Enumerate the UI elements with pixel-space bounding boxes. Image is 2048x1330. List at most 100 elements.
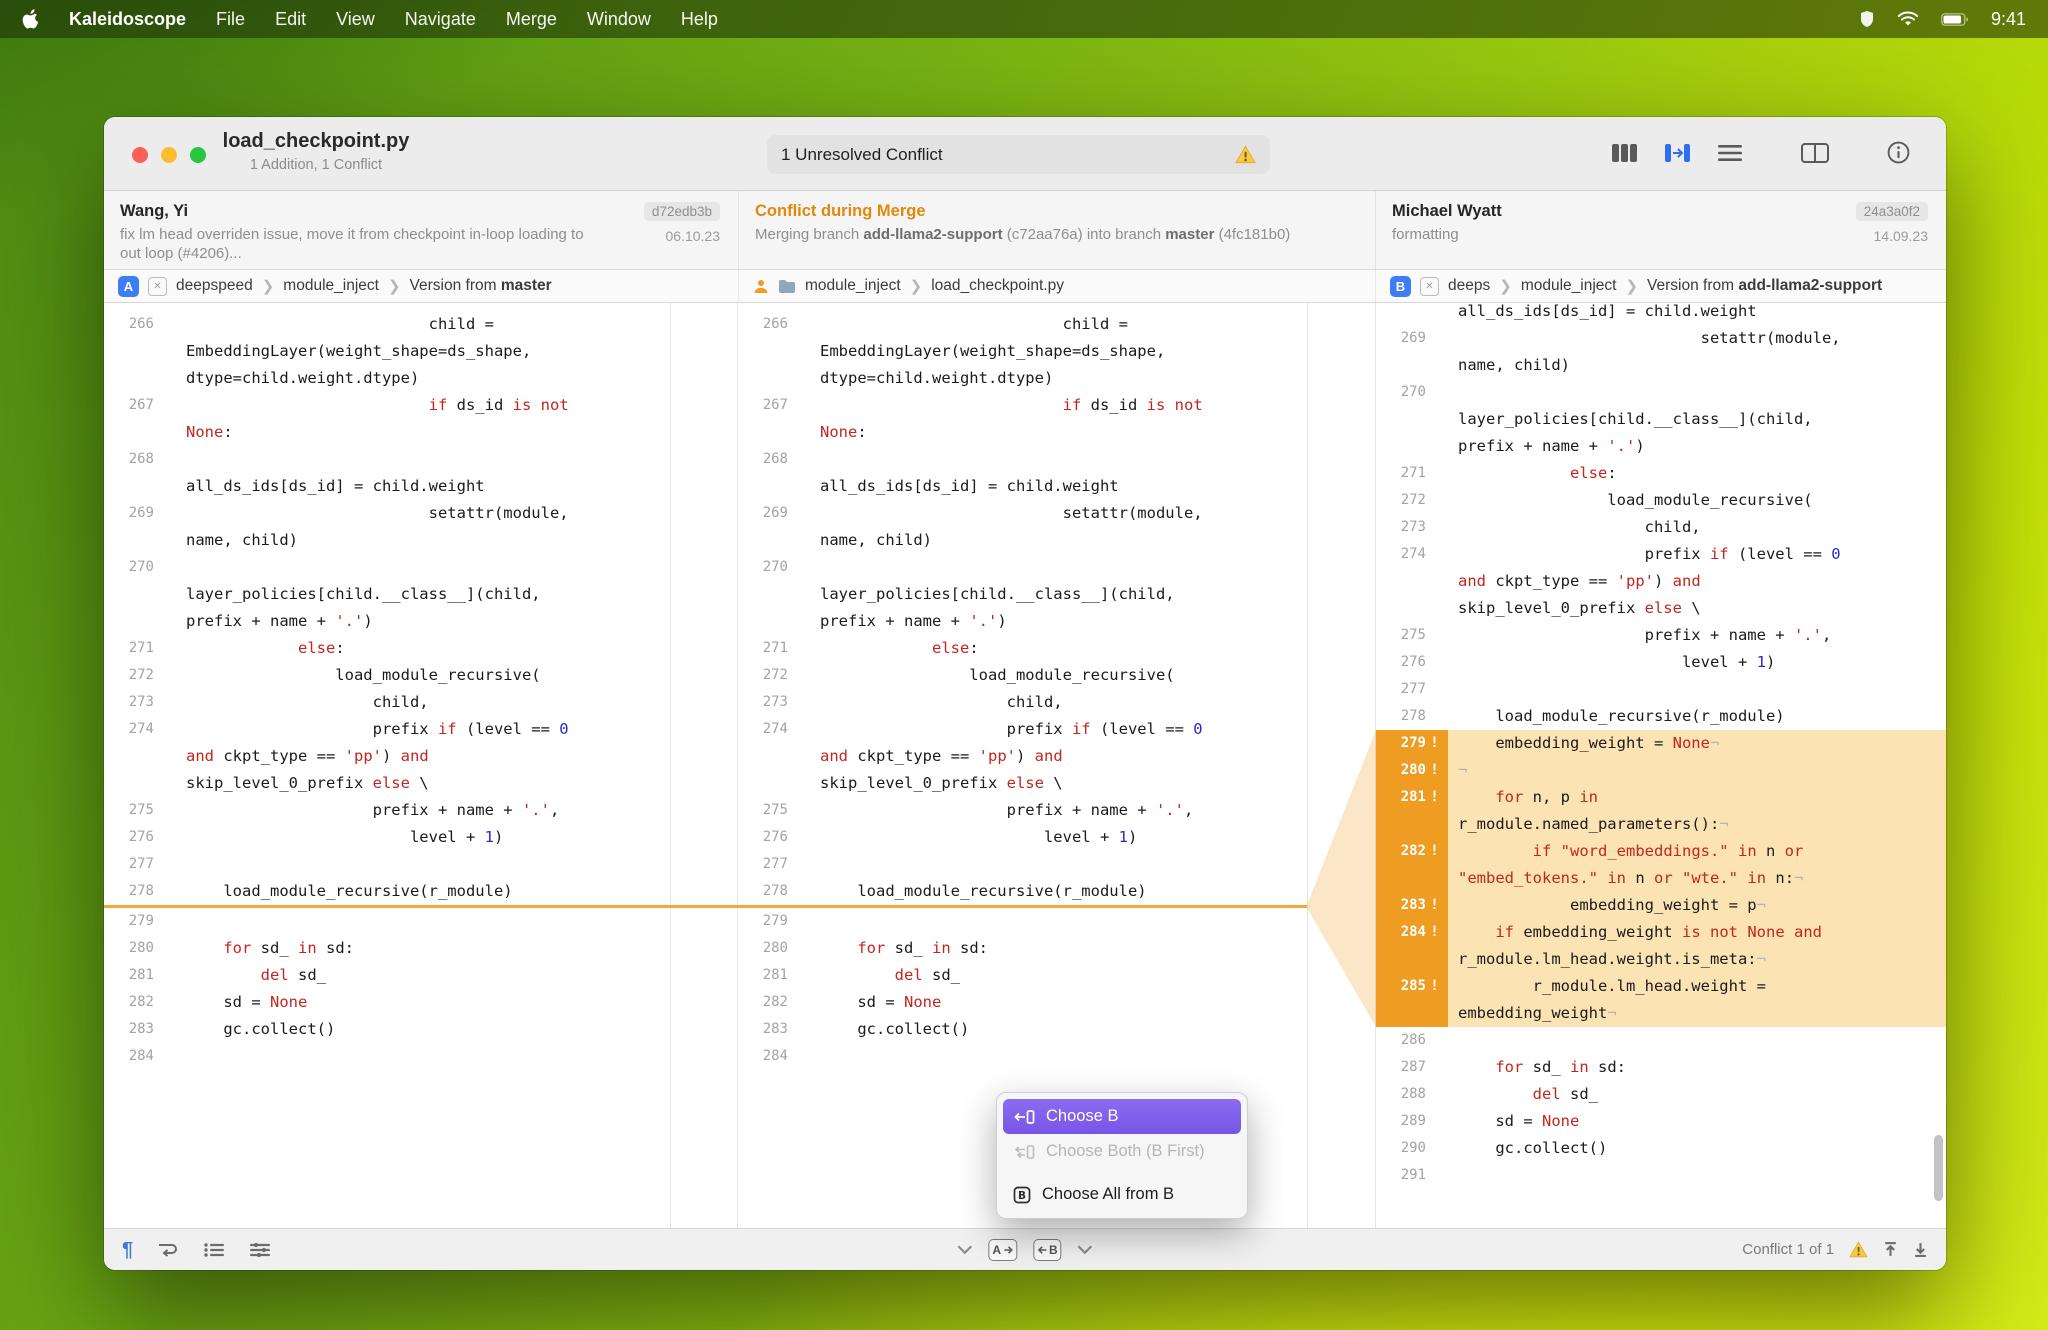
line-number-gutter: 280	[128, 940, 154, 956]
commit-message-b: formatting	[1392, 226, 1459, 243]
app-menu-kaleidoscope[interactable]: Kaleidoscope	[69, 9, 186, 30]
code-line-conflict: 284! if embedding_weight is not None and…	[1376, 919, 1946, 973]
line-number-gutter: 274	[762, 721, 788, 737]
show-invisibles-icon[interactable]: ¶	[122, 1240, 133, 1260]
code-line: 274 prefix if (level == 0 and ckpt_type =…	[104, 716, 670, 797]
line-number-gutter: 272	[1400, 492, 1426, 508]
line-number-gutter: 276	[128, 829, 154, 845]
commit-hash-a[interactable]: d72edb3b	[643, 202, 720, 221]
breadcrumb-segment[interactable]: module_inject	[805, 277, 901, 295]
info-button[interactable]	[1887, 141, 1910, 164]
line-number-gutter: 275	[762, 802, 788, 818]
breadcrumb-version[interactable]: Version from master	[410, 277, 552, 295]
traffic-lights	[132, 147, 206, 163]
code-line: 272 load_module_recursive(	[1376, 487, 1946, 514]
close-file-a-icon[interactable]: ✕	[148, 276, 167, 296]
vertical-scrollbar-thumb[interactable]	[1934, 1135, 1943, 1201]
commit-hash-b[interactable]: 24a3a0f2	[1855, 202, 1928, 221]
unresolved-conflict-label: 1 Unresolved Conflict	[781, 144, 943, 164]
chevron-down-icon[interactable]	[957, 1245, 973, 1254]
unified-view-button[interactable]	[1717, 143, 1743, 163]
branch-b-label: add-llama2-support	[1738, 277, 1883, 294]
breadcrumb-segment[interactable]: module_inject	[283, 277, 379, 295]
code-line: 268 all_ds_ids[ds_id] = child.weight	[104, 446, 670, 500]
line-number-gutter: 279!	[1376, 730, 1448, 757]
folder-icon	[778, 279, 796, 293]
line-number-gutter: 277	[1400, 681, 1426, 697]
fluid-view-button[interactable]	[1801, 142, 1829, 163]
close-window-button[interactable]	[132, 147, 148, 163]
code-line: 291	[1376, 1162, 1946, 1189]
columns-view-button[interactable]	[1611, 143, 1638, 163]
line-number-gutter: 267	[762, 397, 788, 413]
breadcrumb-segment[interactable]: deeps	[1448, 277, 1490, 295]
window-titlebar: load_checkpoint.py 1 Addition, 1 Conflic…	[104, 117, 1946, 191]
next-conflict-button[interactable]	[1913, 1241, 1928, 1258]
line-number-gutter: 266	[762, 316, 788, 332]
menu-navigate[interactable]: Navigate	[405, 9, 476, 30]
code-line: 275 prefix + name + '.',	[738, 797, 1307, 824]
line-number-gutter: 274	[1400, 546, 1426, 562]
code-line: 275 prefix + name + '.',	[104, 797, 670, 824]
code-line: 277	[738, 851, 1307, 878]
merge-description: Merging branch add-llama2-support (c72aa…	[755, 225, 1330, 244]
display-options-icon[interactable]	[249, 1242, 271, 1258]
breadcrumb-b: B ✕ deeps ❯ module_inject ❯ Version from…	[1375, 270, 1946, 302]
code-line: 290 gc.collect()	[1376, 1135, 1946, 1162]
apple-menu-icon[interactable]	[22, 9, 39, 29]
merge-desc-text: Merging branch	[755, 226, 864, 243]
breadcrumb-segment[interactable]: deepspeed	[176, 277, 253, 295]
code-line: 273 child,	[738, 689, 1307, 716]
chevron-right-icon: ❯	[1625, 278, 1639, 295]
menu-view[interactable]: View	[336, 9, 375, 30]
list-icon[interactable]	[203, 1242, 225, 1258]
pane-output-merged[interactable]: 266 child = EmbeddingLayer(weight_shape=d…	[738, 303, 1307, 1228]
line-number-gutter: 282	[128, 994, 154, 1010]
menu-item-choose-b[interactable]: Choose B	[1003, 1099, 1241, 1134]
code-line: 266 child = EmbeddingLayer(weight_shape=d…	[738, 311, 1307, 392]
wifi-icon[interactable]	[1897, 11, 1919, 28]
code-line: 282 sd = None	[738, 989, 1307, 1016]
menu-edit[interactable]: Edit	[275, 9, 306, 30]
code-line: 276 level + 1)	[1376, 649, 1946, 676]
code-line: 288 del sd_	[1376, 1081, 1946, 1108]
menu-item-choose-all-from-b[interactable]: B Choose All from B	[1003, 1177, 1241, 1212]
battery-icon[interactable]	[1941, 12, 1969, 26]
line-number-gutter: 279	[128, 913, 154, 929]
display-options-group: ¶	[122, 1240, 271, 1260]
breadcrumb-segment[interactable]: module_inject	[1521, 277, 1617, 295]
line-number-gutter: 273	[128, 694, 154, 710]
pane-b-add-llama2-support[interactable]: all_ds_ids[ds_id] = child.weight 269 seta…	[1376, 303, 1946, 1228]
code-line-conflict: 281! for n, p in r_module.named_parameter…	[1376, 784, 1946, 838]
unresolved-conflict-banner[interactable]: 1 Unresolved Conflict	[767, 135, 1270, 174]
choose-b-button[interactable]: B	[1033, 1238, 1062, 1261]
line-number-gutter	[1376, 303, 1448, 325]
menu-help[interactable]: Help	[681, 9, 718, 30]
chevron-down-icon[interactable]	[1077, 1245, 1093, 1254]
merge-view-button[interactable]	[1664, 143, 1691, 163]
breadcrumb-row: A ✕ deepspeed ❯ module_inject ❯ Version …	[104, 270, 1946, 303]
menubar-clock[interactable]: 9:41	[1991, 9, 2026, 30]
commit-date-b: 14.09.23	[1873, 228, 1929, 244]
line-number-gutter: 279	[762, 913, 788, 929]
pane-a-master[interactable]: 266 child = EmbeddingLayer(weight_shape=d…	[104, 303, 670, 1228]
choose-a-button[interactable]: A	[988, 1238, 1017, 1261]
line-number-gutter: 276	[1400, 654, 1426, 670]
menu-merge[interactable]: Merge	[506, 9, 557, 30]
line-number-gutter: 286	[1400, 1032, 1426, 1048]
chevron-right-icon: ❯	[261, 278, 275, 295]
menu-window[interactable]: Window	[587, 9, 651, 30]
shield-icon[interactable]	[1859, 10, 1875, 28]
previous-conflict-button[interactable]	[1883, 1241, 1898, 1258]
menu-item-label: Choose Both (B First)	[1046, 1142, 1205, 1160]
close-file-b-icon[interactable]: ✕	[1420, 276, 1439, 296]
wrap-lines-icon[interactable]	[157, 1241, 179, 1258]
warning-icon	[1849, 1241, 1868, 1258]
menu-file[interactable]: File	[216, 9, 245, 30]
chevron-right-icon: ❯	[1499, 278, 1512, 295]
breadcrumb-version[interactable]: Version from add-llama2-support	[1647, 277, 1882, 295]
kaleidoscope-window: load_checkpoint.py 1 Addition, 1 Conflic…	[104, 117, 1946, 1270]
minimize-window-button[interactable]	[161, 147, 177, 163]
breadcrumb-filename[interactable]: load_checkpoint.py	[931, 277, 1064, 295]
code-line: 270 layer_policies[child.__class__](child…	[738, 554, 1307, 635]
